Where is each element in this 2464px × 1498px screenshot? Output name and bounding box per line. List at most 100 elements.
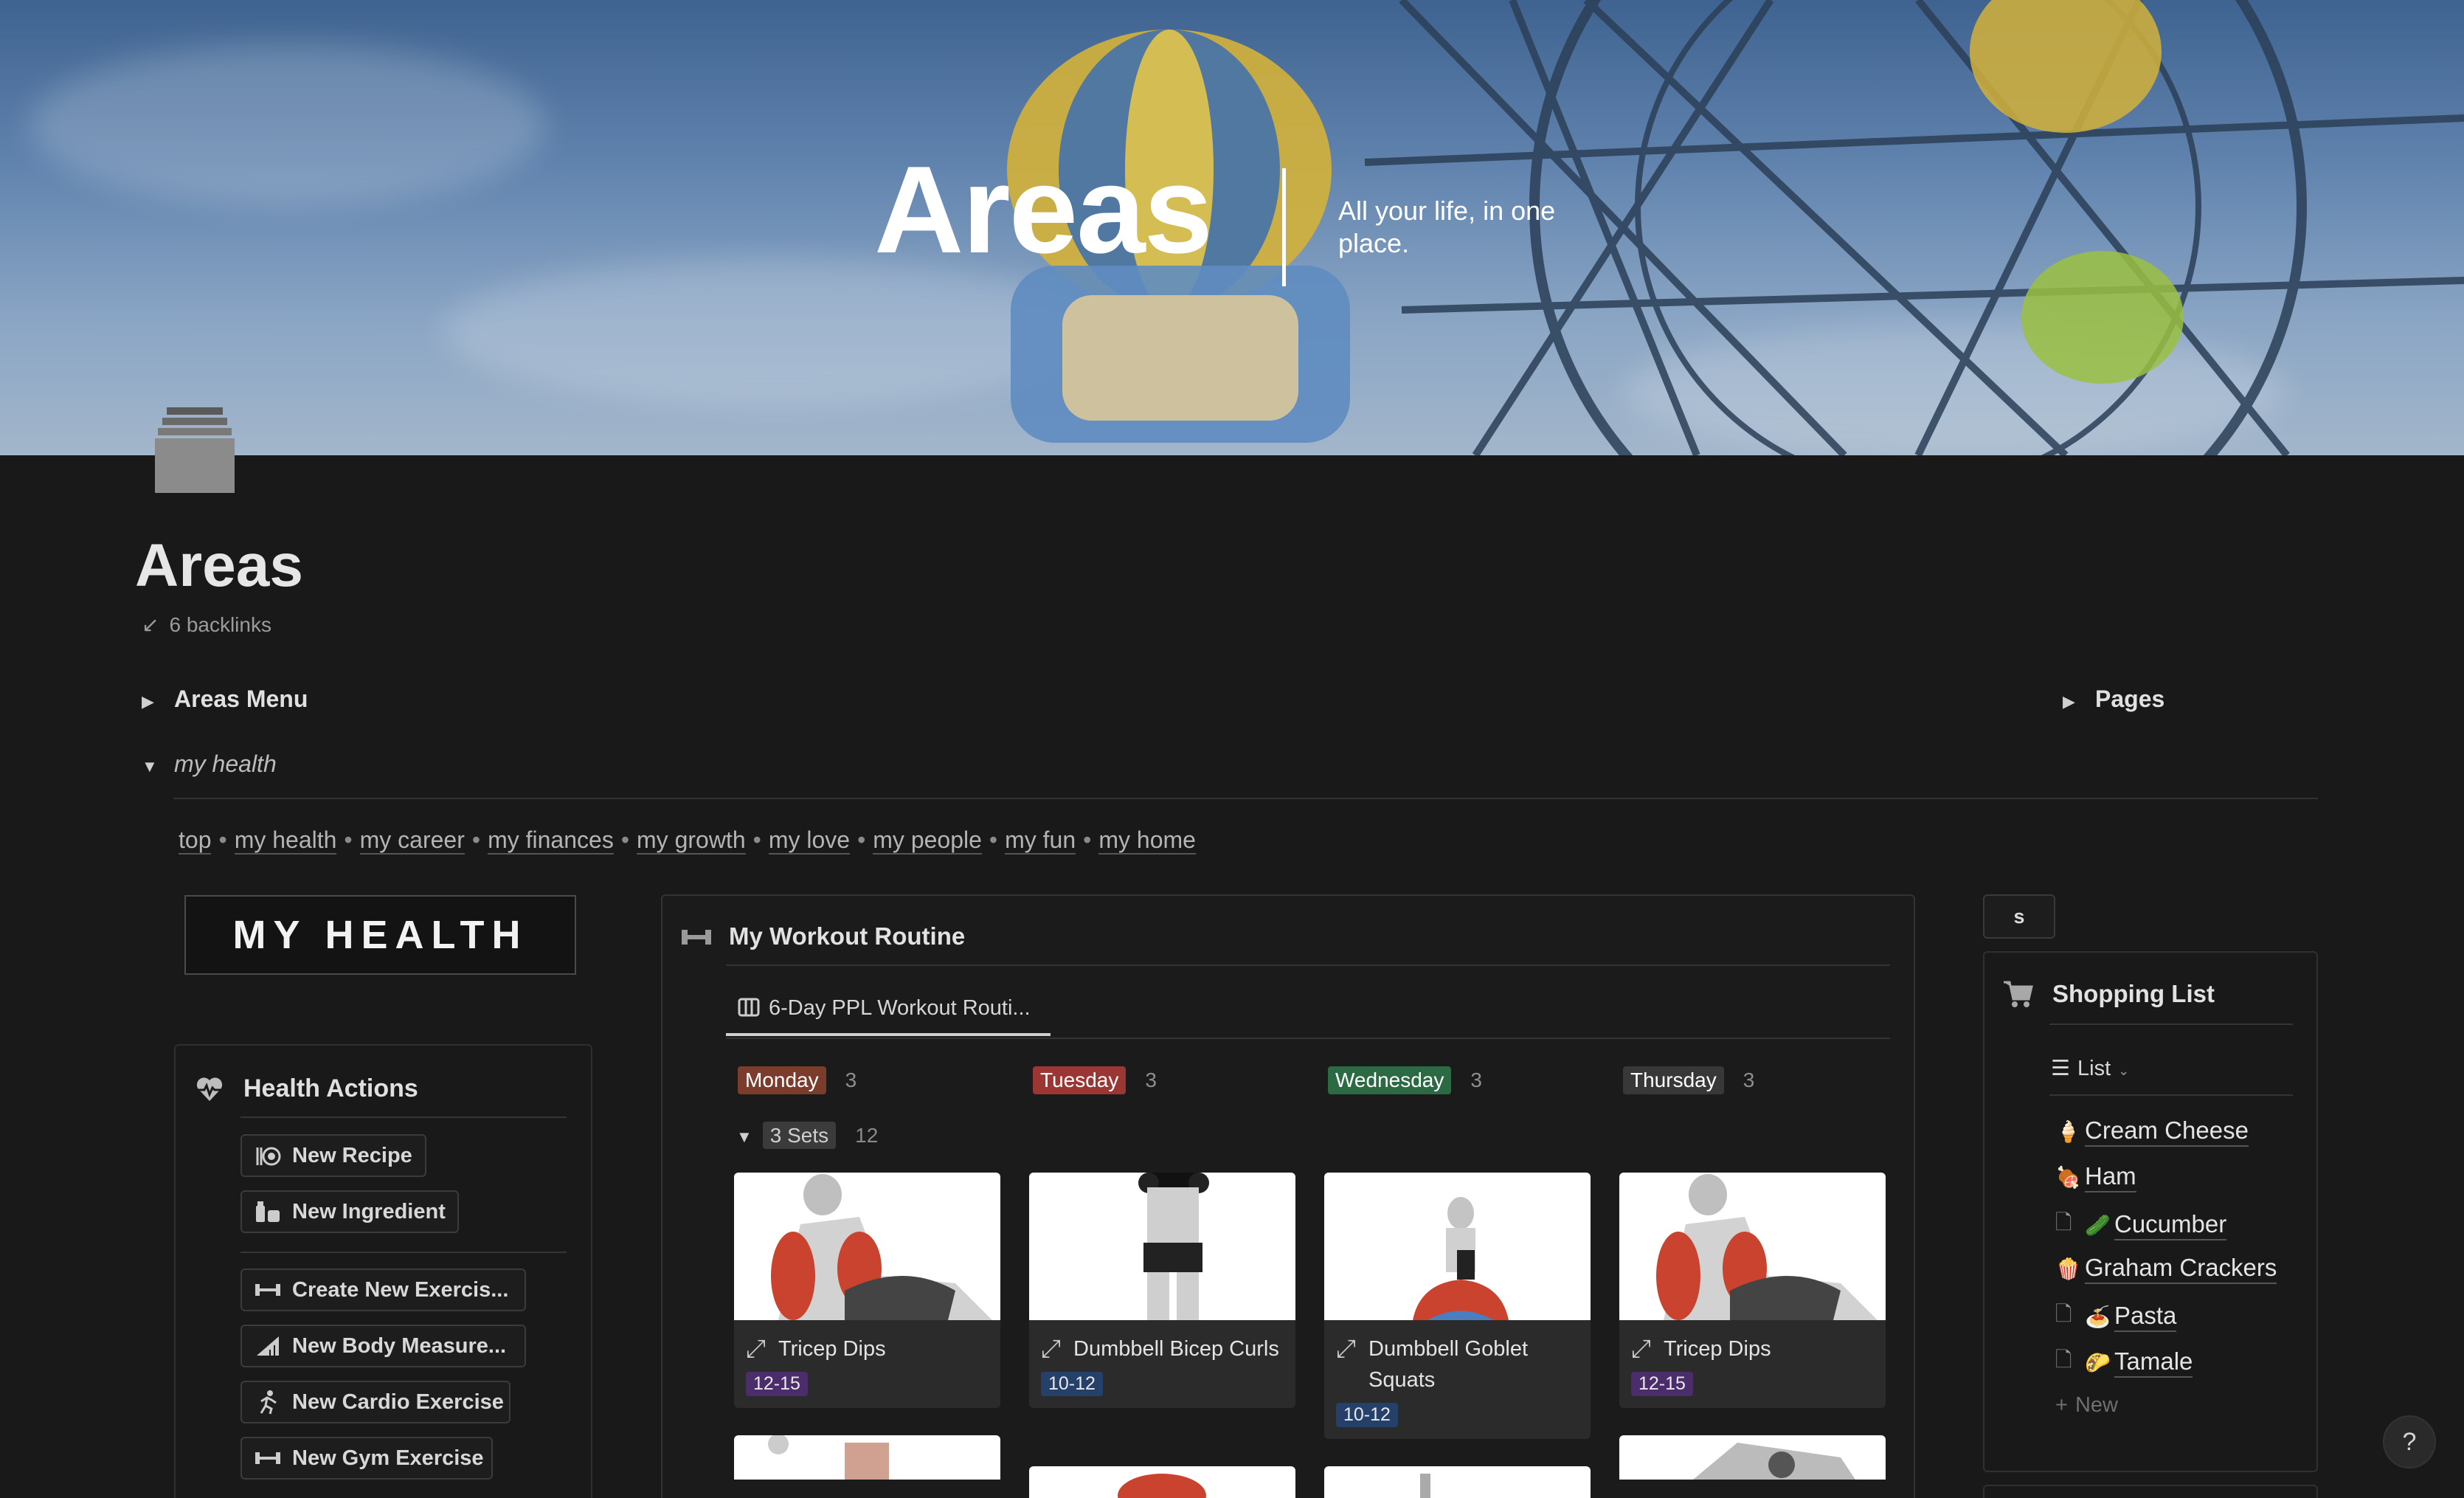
cover-tagline: All your life, in one place. <box>1338 196 1556 258</box>
list-view-tab[interactable]: ☰ List ⌄ <box>2051 1055 2129 1081</box>
nav-link-my-career[interactable]: my career <box>359 826 465 855</box>
cover-divider <box>1282 168 1286 286</box>
column-header-tuesday[interactable]: Tuesday 3 <box>1022 1063 1300 1098</box>
nav-separator: • <box>989 826 998 853</box>
page-title: Areas <box>135 532 303 599</box>
document-icon: 🗋 <box>2055 1348 2072 1371</box>
exercise-card[interactable] <box>1029 1466 1295 1498</box>
view-tab-board[interactable]: 6-Day PPL Workout Routi... <box>738 996 1031 1024</box>
nav-link-my-health[interactable]: my health <box>234 826 337 855</box>
expand-arrow-icon: ⤢ <box>1041 1335 1062 1363</box>
exercise-name: Dumbbell Goblet Squats <box>1368 1337 1528 1392</box>
exercise-image <box>734 1173 1000 1320</box>
new-label: New <box>2074 1393 2118 1417</box>
heart-pulse-icon <box>196 1077 223 1101</box>
toggle-pages[interactable]: ▶ Pages <box>2063 686 2164 713</box>
exercise-name: Dumbbell Bicep Curls <box>1073 1337 1279 1361</box>
nav-link-top[interactable]: top <box>179 826 212 855</box>
exercise-name: Tricep Dips <box>1664 1337 1771 1361</box>
column-count: 3 <box>845 1069 857 1091</box>
nav-separator: • <box>620 826 630 853</box>
nav-separator: • <box>471 826 481 853</box>
triangle-down-icon: ▼ <box>736 1128 752 1146</box>
ingredients-icon <box>254 1198 282 1226</box>
shopping-item[interactable]: 🍿 Graham Crackers <box>2055 1253 2277 1284</box>
view-label: List <box>2077 1057 2111 1080</box>
new-item-button[interactable]: + New <box>2055 1393 2118 1418</box>
column-count: 3 <box>1145 1069 1157 1091</box>
column-count: 3 <box>1470 1069 1482 1091</box>
nav-link-my-fun[interactable]: my fun <box>1005 826 1076 855</box>
divider <box>173 798 2318 799</box>
exercise-name: Tricep Dips <box>778 1337 886 1361</box>
toggle-label: my health <box>174 750 277 777</box>
item-name: Cream Cheese <box>2085 1116 2249 1147</box>
cover-image <box>0 0 2464 455</box>
view-tab-label: 6-Day PPL Workout Routi... <box>769 996 1031 1020</box>
nav-separator: • <box>752 826 761 853</box>
document-icon: 🗋 <box>2055 1211 2072 1234</box>
toggle-label: Areas Menu <box>174 686 308 712</box>
backlinks-link[interactable]: ↙ 6 backlinks <box>142 612 271 637</box>
nav-separator: • <box>857 826 866 853</box>
health-actions-title: Health Actions <box>243 1074 418 1102</box>
ruler-chart-icon <box>254 1332 282 1360</box>
nav-link-my-love[interactable]: my love <box>768 826 851 855</box>
item-name: Tamale <box>2114 1347 2193 1378</box>
group-toggle-3-sets[interactable]: ▼ 3 Sets 12 <box>736 1122 878 1149</box>
nav-link-my-people[interactable]: my people <box>873 826 982 855</box>
help-button[interactable]: ? <box>2383 1415 2436 1468</box>
board-view-icon <box>738 997 760 1024</box>
shopping-item[interactable]: 🗋 🥒 Cucumber <box>2055 1207 2227 1243</box>
button-label: New Gym Exercise <box>292 1446 484 1470</box>
dumbbell-icon <box>254 1444 282 1472</box>
triangle-down-icon: ▼ <box>142 757 158 776</box>
shopping-item[interactable]: 🍦 Cream Cheese <box>2055 1116 2249 1147</box>
nav-link-my-growth[interactable]: my growth <box>637 826 746 855</box>
day-tag: Wednesday <box>1328 1066 1452 1094</box>
new-ingredient-button[interactable]: New Ingredient <box>240 1190 459 1233</box>
button-label: Create New Exercis... <box>292 1277 509 1302</box>
new-body-measurement-button[interactable]: New Body Measure... <box>240 1325 526 1367</box>
exercise-card[interactable]: ⤢ Tricep Dips 12-15 <box>734 1173 1000 1408</box>
column-header-monday[interactable]: Monday 3 <box>727 1063 1005 1098</box>
toggle-my-health[interactable]: ▼ my health <box>142 750 277 778</box>
my-health-banner: MY HEALTH <box>184 895 576 975</box>
exercise-card[interactable]: ⤢ Dumbbell Bicep Curls 10-12 <box>1029 1173 1295 1408</box>
item-name: Cucumber <box>2114 1209 2227 1240</box>
active-tab-indicator <box>726 1033 1051 1036</box>
backlinks-label: 6 backlinks <box>169 613 271 636</box>
exercise-card[interactable] <box>734 1435 1000 1480</box>
create-new-exercise-button[interactable]: Create New Exercis... <box>240 1269 526 1311</box>
new-gym-exercise-button[interactable]: New Gym Exercise <box>240 1437 493 1480</box>
column-header-thursday[interactable]: Thursday 3 <box>1613 1063 1890 1098</box>
item-name: Graham Crackers <box>2085 1253 2277 1284</box>
exercise-card[interactable]: ⤢ Tricep Dips 12-15 <box>1619 1173 1886 1408</box>
day-tag: Thursday <box>1623 1066 1724 1094</box>
s-button[interactable]: s <box>1983 894 2055 939</box>
reps-tag: 12-15 <box>746 1372 808 1396</box>
exercise-card[interactable] <box>1324 1466 1591 1498</box>
new-recipe-button[interactable]: New Recipe <box>240 1134 426 1177</box>
chevron-down-icon: ⌄ <box>2118 1063 2130 1078</box>
dumbbell-icon <box>254 1276 282 1304</box>
shopping-item[interactable]: 🍖 Ham <box>2055 1162 2136 1192</box>
reps-tag: 10-12 <box>1041 1372 1103 1396</box>
column-header-wednesday[interactable]: Wednesday 3 <box>1318 1063 1595 1098</box>
toggle-areas-menu[interactable]: ▶ Areas Menu <box>142 686 308 713</box>
new-cardio-exercise-button[interactable]: New Cardio Exercise <box>240 1381 511 1423</box>
expand-arrow-icon: ⤢ <box>1631 1335 1652 1363</box>
shopping-item[interactable]: 🗋 🍝 Pasta <box>2055 1299 2177 1334</box>
nav-separator: • <box>218 826 227 853</box>
expand-arrow-icon: ⤢ <box>1336 1335 1357 1363</box>
exercise-card[interactable]: ⤢ Dumbbell Goblet Squats 10-12 <box>1324 1173 1591 1439</box>
workout-routine-title[interactable]: My Workout Routine <box>729 922 965 950</box>
meat-icon: 🍖 <box>2055 1165 2081 1189</box>
nav-link-my-finances[interactable]: my finances <box>488 826 614 855</box>
shopping-item[interactable]: 🗋 🌮 Tamale <box>2055 1345 2193 1380</box>
exercise-card[interactable] <box>1619 1435 1886 1480</box>
exercise-image <box>1029 1173 1295 1320</box>
shopping-list-title[interactable]: Shopping List <box>2052 980 2215 1008</box>
nav-link-my-home[interactable]: my home <box>1098 826 1196 855</box>
page-icon[interactable] <box>155 407 235 493</box>
